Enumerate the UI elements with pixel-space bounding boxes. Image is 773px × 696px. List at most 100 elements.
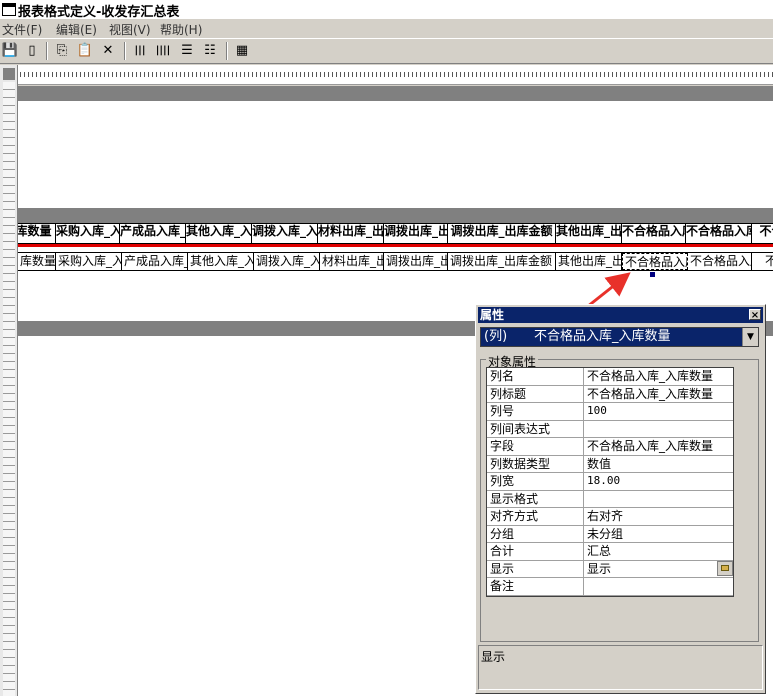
data-cell[interactable]: 采购入库_入库件数 (56, 253, 122, 270)
object-selector[interactable]: (列) 不合格品入库_入库数量 ▼ (480, 327, 759, 347)
property-row-column-title[interactable]: 列标题 不合格品入库_入库数量 (487, 385, 733, 403)
menu-edit[interactable]: 编辑(E) (56, 21, 97, 38)
horizontal-ruler-ticks (20, 72, 773, 77)
property-row-grouping[interactable]: 分组 未分组 (487, 525, 733, 543)
property-value[interactable] (584, 491, 733, 508)
header-band-bar[interactable] (18, 208, 773, 223)
property-value[interactable]: 未分组 (584, 526, 733, 543)
header-cell[interactable]: 调拨出库_出库金额 (448, 224, 556, 243)
property-key: 列宽 (487, 473, 584, 490)
property-row-column-number[interactable]: 列号 100 (487, 403, 733, 421)
selected-data-cell[interactable]: 不合格品入库_入库件数 (622, 253, 688, 270)
data-cell[interactable]: 不合格品入库_入库件数 (688, 253, 752, 270)
column-data-row: 库数量 采购入库_入库件数 产成品入库_入库件数 其他入库_入库件数 调拨入库_… (18, 252, 773, 271)
property-row-total[interactable]: 合计 汇总 (487, 543, 733, 561)
title-band-bar[interactable] (18, 86, 773, 101)
properties-panel: 属性 × (列) 不合格品入库_入库数量 ▼ 对象属性 列名 不合格品入库_入库数… (475, 304, 766, 694)
property-key: 显示格式 (487, 490, 584, 507)
property-row-column-name[interactable]: 列名 不合格品入库_入库数量 (487, 368, 733, 386)
property-value[interactable] (584, 421, 733, 438)
menu-view[interactable]: 视图(V) (109, 21, 151, 38)
property-value[interactable]: 右对齐 (584, 508, 733, 525)
property-key: 列间表达式 (487, 420, 584, 437)
folder-icon-glyph (721, 564, 729, 571)
header-cell[interactable]: 材料出库_出库件数 (318, 224, 384, 243)
property-value[interactable]: 数值 (584, 456, 733, 473)
column-adjust-icon[interactable]: |||| (154, 42, 172, 60)
data-cell[interactable]: 调拨入库_入库件数 (254, 253, 320, 270)
properties-title-text: 属性 (480, 308, 505, 322)
property-row-remark[interactable]: 备注 (487, 578, 733, 596)
data-cell[interactable]: 调拨出库_出库金额 (448, 253, 556, 270)
header-cell[interactable]: 不合格品入库_入库件数 (686, 224, 752, 243)
toolbar-separator (46, 42, 48, 60)
property-value[interactable]: 100 (584, 403, 733, 420)
data-cell[interactable]: 库数量 (18, 253, 56, 270)
property-row-format[interactable]: 显示格式 (487, 490, 733, 508)
property-key: 备注 (487, 578, 584, 595)
menu-bar: 文件(F) 编辑(E) 视图(V) 帮助(H) (0, 19, 773, 37)
copy-icon[interactable]: ⎘ (53, 42, 71, 60)
save-icon[interactable]: 💾 (1, 42, 19, 60)
paste-icon[interactable]: 📋 (76, 42, 94, 60)
property-value[interactable]: 不合格品入库_入库数量 (584, 386, 733, 403)
property-value[interactable]: 不合格品入库_入库数量 (584, 368, 733, 385)
property-key: 列名 (487, 368, 584, 385)
header-cell[interactable]: 调拨入库_入库件数 (252, 224, 318, 243)
property-value[interactable]: 显示 (584, 561, 733, 578)
property-key: 字段 (487, 438, 584, 455)
property-row-field[interactable]: 字段 不合格品入库_入库数量 (487, 438, 733, 456)
property-value[interactable]: 不合格品入库_入库数量 (584, 438, 733, 455)
folder-icon[interactable] (717, 560, 733, 576)
window-title: 报表格式定义-收发存汇总表 (18, 5, 180, 20)
selection-handle[interactable] (650, 272, 655, 277)
properties-panel-title: 属性 × (478, 307, 763, 323)
data-cell[interactable]: 调拨出库_出库件数 (384, 253, 448, 270)
header-cell[interactable]: 采购入库_入库件数 (56, 224, 120, 243)
menu-file[interactable]: 文件(F) (2, 21, 42, 38)
align-left-icon[interactable]: ☰ (178, 42, 196, 60)
column-insert-icon[interactable]: ||| (131, 42, 149, 60)
property-value[interactable]: 18.00 (584, 473, 733, 490)
chevron-down-icon[interactable]: ▼ (742, 328, 758, 346)
page-setup-icon[interactable]: ▯ (23, 42, 41, 60)
menu-help[interactable]: 帮助(H) (160, 21, 202, 38)
property-row-data-type[interactable]: 列数据类型 数值 (487, 455, 733, 473)
property-value[interactable]: 汇总 (584, 543, 733, 560)
object-type-label: (列) (484, 329, 508, 344)
data-cell[interactable]: 材料出库_出库件数 (320, 253, 384, 270)
property-value[interactable] (584, 578, 733, 595)
property-key: 列号 (487, 403, 584, 420)
horizontal-ruler (18, 65, 773, 85)
header-cell[interactable]: 其他出库_出库件数 (556, 224, 622, 243)
column-header-row: 库数量 采购入库_入库件数 产成品入库_入库件数 其他入库_入库件数 调拨入库_… (18, 223, 773, 244)
data-cell[interactable]: 其他入库_入库件数 (188, 253, 254, 270)
property-key: 列数据类型 (487, 455, 584, 472)
property-row-width[interactable]: 列宽 18.00 (487, 473, 733, 491)
header-cell[interactable]: 不合 (752, 224, 773, 243)
property-row-alignment[interactable]: 对齐方式 右对齐 (487, 508, 733, 526)
toolbar-separator (124, 42, 126, 60)
property-row-expression[interactable]: 列间表达式 (487, 420, 733, 438)
property-row-display[interactable]: 显示 显示 (487, 560, 733, 578)
header-cell[interactable]: 库数量 (18, 224, 56, 243)
property-key: 对齐方式 (487, 508, 584, 525)
data-cell[interactable]: 其他出库_出库件数 (556, 253, 622, 270)
property-description: 显示 (478, 645, 763, 690)
object-name-label: 不合格品入库_入库数量 (534, 329, 671, 344)
header-cell[interactable]: 其他入库_入库件数 (186, 224, 252, 243)
ruler-corner (3, 68, 15, 80)
data-cell[interactable]: 产成品入库_入库件数 (122, 253, 188, 270)
header-cell[interactable]: 调拨出库_出库件数 (384, 224, 448, 243)
header-cell[interactable]: 不合格品入库_入库件数 (622, 224, 686, 243)
align-right-icon[interactable]: ☷ (201, 42, 219, 60)
title-bar: 报表格式定义-收发存汇总表 (0, 0, 773, 20)
header-cell[interactable]: 产成品入库_入库件数 (120, 224, 186, 243)
vertical-ruler-ticks (3, 82, 15, 696)
close-icon[interactable]: × (749, 309, 761, 321)
data-cell[interactable]: 不合 (752, 253, 773, 270)
property-key: 分组 (487, 525, 584, 542)
properties-icon[interactable]: ▦ (233, 42, 251, 60)
property-grid: 列名 不合格品入库_入库数量 列标题 不合格品入库_入库数量 列号 100 列间表达式… (486, 367, 734, 597)
delete-icon[interactable]: ✕ (99, 42, 117, 60)
